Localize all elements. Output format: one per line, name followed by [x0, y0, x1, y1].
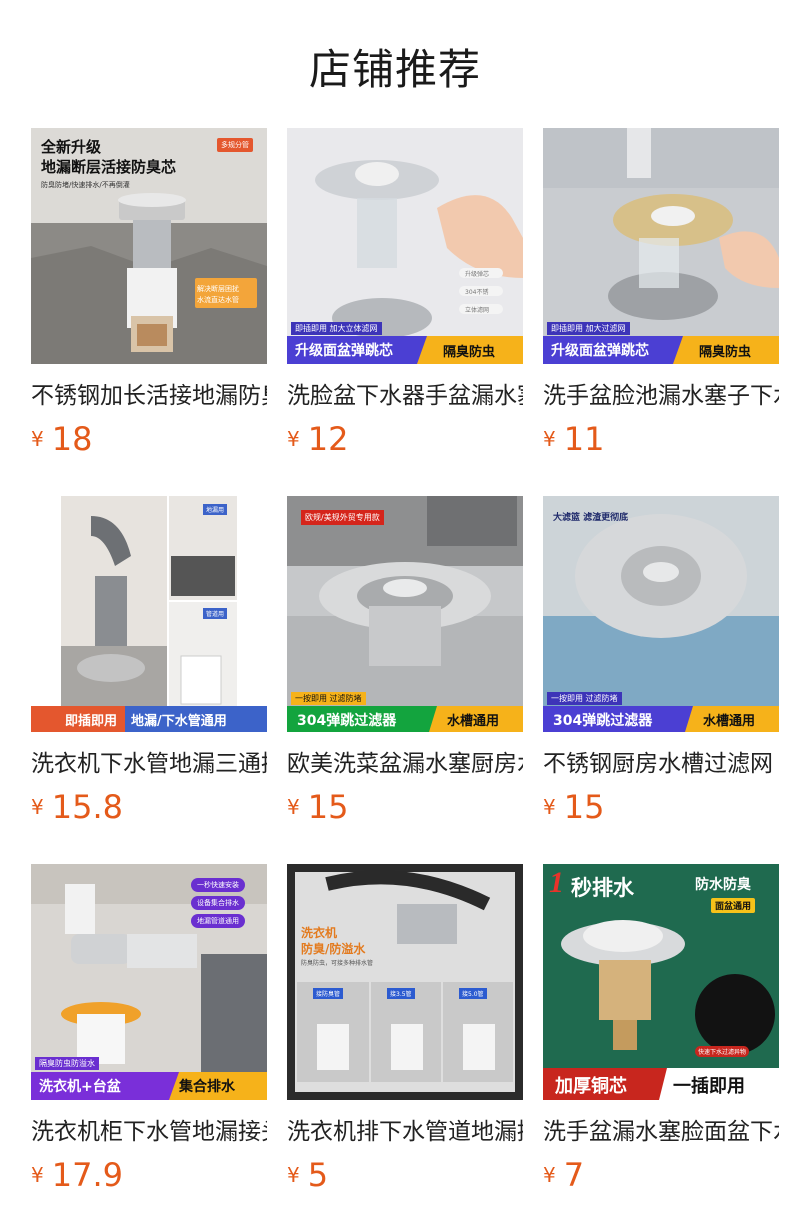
image-top-tag: 一按即用 过滤防堵 — [291, 692, 366, 705]
image-label-left: 升级面盆弹跳芯 — [295, 343, 393, 359]
product-image[interactable]: 大滤篮 滤渣更彻底 一按即用 过滤防堵 304弹跳过滤器 水槽通用 — [543, 496, 779, 732]
currency-symbol: ¥ — [287, 427, 300, 451]
image-headline: 秒排水 — [571, 876, 634, 900]
product-name[interactable]: 欧美洗菜盆漏水塞厨房水槽 — [287, 746, 523, 782]
product-price: ¥7 — [543, 1156, 584, 1196]
image-chip: 立体滤网 — [465, 307, 490, 314]
image-note-2: 水流直达水管 — [197, 296, 239, 304]
price-value: 5 — [307, 1156, 329, 1194]
image-label-right: 隔臭防虫 — [443, 345, 496, 360]
product-name[interactable]: 洗手盆漏水塞脸面盆下水器 — [543, 1114, 779, 1150]
image-label-right: 隔臭防虫 — [699, 345, 752, 360]
price-value: 15 — [307, 788, 349, 826]
image-subline: 防臭防虫，可接多种排水管 — [301, 960, 374, 967]
image-tag: 接防臭管 — [313, 988, 344, 999]
product-name[interactable]: 不锈钢厨房水槽过滤网 — [543, 746, 779, 782]
image-top-tag: 一按即用 过滤防堵 — [547, 692, 622, 705]
image-right-title: 防水防臭 — [695, 877, 751, 893]
currency-symbol: ¥ — [287, 1163, 300, 1187]
product-name[interactable]: 洗脸盆下水器手盆漏水塞 — [287, 378, 523, 414]
product-image[interactable]: 升级弹芯 304不锈 立体滤网 即插即用 加大立体滤网 升级面盆弹跳芯 隔臭防虫 — [287, 128, 523, 364]
currency-symbol: ¥ — [31, 1163, 44, 1187]
image-label-left: 304弹跳过滤器 — [553, 713, 653, 729]
image-headline-2: 防臭/防溢水 — [301, 942, 366, 956]
image-right-badge: 面盆通用 — [711, 898, 756, 913]
product-image[interactable]: 洗衣机 防臭/防溢水 防臭防虫，可接多种排水管 接防臭管 接3.5管 接5.0管 — [287, 864, 523, 1100]
image-label-left: 升级面盆弹跳芯 — [551, 343, 649, 359]
currency-symbol: ¥ — [287, 795, 300, 819]
product-image[interactable]: 1 秒排水 防水防臭 面盆通用 快速下水过滤异物 加厚铜芯 一插即用 — [543, 864, 779, 1100]
product-image[interactable]: 全新升级 地漏断层活接防臭芯 防臭防堵/快速排水/不再倒灌 多规分管 解决断层困… — [31, 128, 267, 364]
image-badge: 欧规/美规外贸专用款 — [301, 510, 384, 525]
product-price: ¥18 — [31, 420, 92, 460]
product-name[interactable]: 洗衣机柜下水管地漏接头 — [31, 1114, 267, 1150]
image-top-tag: 隔臭防虫防溢水 — [35, 1057, 99, 1070]
image-chip: 管道用 — [203, 608, 228, 619]
image-top-tag: 即插即用 加大过滤网 — [547, 322, 630, 335]
image-badge: 多规分管 — [217, 138, 253, 152]
image-headline-number: 1 — [549, 866, 564, 899]
price-value: 18 — [51, 420, 93, 458]
price-value: 11 — [563, 420, 605, 458]
product-price: ¥11 — [543, 420, 604, 460]
product-price: ¥12 — [287, 420, 348, 460]
image-label-right: 集合排水 — [179, 1079, 235, 1095]
product-price: ¥15 — [543, 788, 604, 828]
currency-symbol: ¥ — [31, 427, 44, 451]
product-price: ¥17.9 — [31, 1156, 123, 1196]
image-headline-2: 地漏断层活接防臭芯 — [41, 158, 177, 176]
image-label-right: 一插即用 — [673, 1076, 745, 1097]
product-price: ¥15.8 — [31, 788, 123, 828]
currency-symbol: ¥ — [543, 1163, 556, 1187]
product-image[interactable]: 欧规/美规外贸专用款 一按即用 过滤防堵 304弹跳过滤器 水槽通用 — [287, 496, 523, 732]
image-chip: 304不锈 — [465, 289, 489, 296]
price-value: 7 — [563, 1156, 585, 1194]
image-subline: 防臭防堵/快速排水/不再倒灌 — [41, 181, 130, 189]
image-label-right: 水槽通用 — [447, 714, 500, 729]
image-tag: 接5.0管 — [459, 988, 487, 999]
image-label-right: 地漏/下水管通用 — [131, 714, 227, 729]
image-pill: 设备集合排水 — [191, 896, 245, 910]
price-value: 12 — [307, 420, 349, 458]
product-price: ¥5 — [287, 1156, 328, 1196]
price-value: 15.8 — [51, 788, 123, 826]
product-name[interactable]: 洗衣机下水管地漏三通接头 — [31, 746, 267, 782]
currency-symbol: ¥ — [543, 427, 556, 451]
image-chip: 地漏用 — [203, 504, 228, 515]
image-label-left: 加厚铜芯 — [555, 1076, 627, 1097]
product-name[interactable]: 洗手盆脸池漏水塞子下水器 — [543, 378, 779, 414]
image-bubble-label: 快速下水过滤异物 — [695, 1046, 750, 1057]
price-value: 17.9 — [51, 1156, 123, 1194]
product-image[interactable]: 地漏用 管道用 即插即用 地漏/下水管通用 — [31, 496, 267, 732]
image-pill: 一秒快速安装 — [191, 878, 245, 892]
image-headline-1: 洗衣机 — [301, 926, 338, 940]
product-name[interactable]: 不锈钢加长活接地漏防臭芯 — [31, 378, 267, 414]
image-label-right: 水槽通用 — [703, 714, 756, 729]
image-label-left: 304弹跳过滤器 — [297, 713, 397, 729]
product-image[interactable]: 一秒快速安装 设备集合排水 地漏管道通用 隔臭防虫防溢水 洗衣机+台盆 集合排水 — [31, 864, 267, 1100]
image-badge: 大滤篮 滤渣更彻底 — [553, 513, 629, 523]
product-name[interactable]: 洗衣机排下水管道地漏接头 — [287, 1114, 523, 1150]
image-note-1: 解决断层困扰 — [197, 285, 239, 293]
product-price: ¥15 — [287, 788, 348, 828]
image-headline-1: 全新升级 — [41, 138, 102, 156]
currency-symbol: ¥ — [31, 795, 44, 819]
image-top-tag: 即插即用 加大立体滤网 — [291, 322, 382, 335]
image-pill: 地漏管道通用 — [191, 914, 245, 928]
price-value: 15 — [563, 788, 605, 826]
image-chip: 升级弹芯 — [465, 271, 490, 278]
currency-symbol: ¥ — [543, 795, 556, 819]
product-image[interactable]: 即插即用 加大过滤网 升级面盆弹跳芯 隔臭防虫 — [543, 128, 779, 364]
image-tag: 接3.5管 — [387, 988, 415, 999]
image-label-left: 洗衣机+台盆 — [39, 1079, 121, 1095]
image-label-left: 即插即用 — [65, 714, 118, 729]
product-grid: 全新升级 地漏断层活接防臭芯 防臭防堵/快速排水/不再倒灌 多规分管 解决断层困… — [0, 0, 790, 1232]
